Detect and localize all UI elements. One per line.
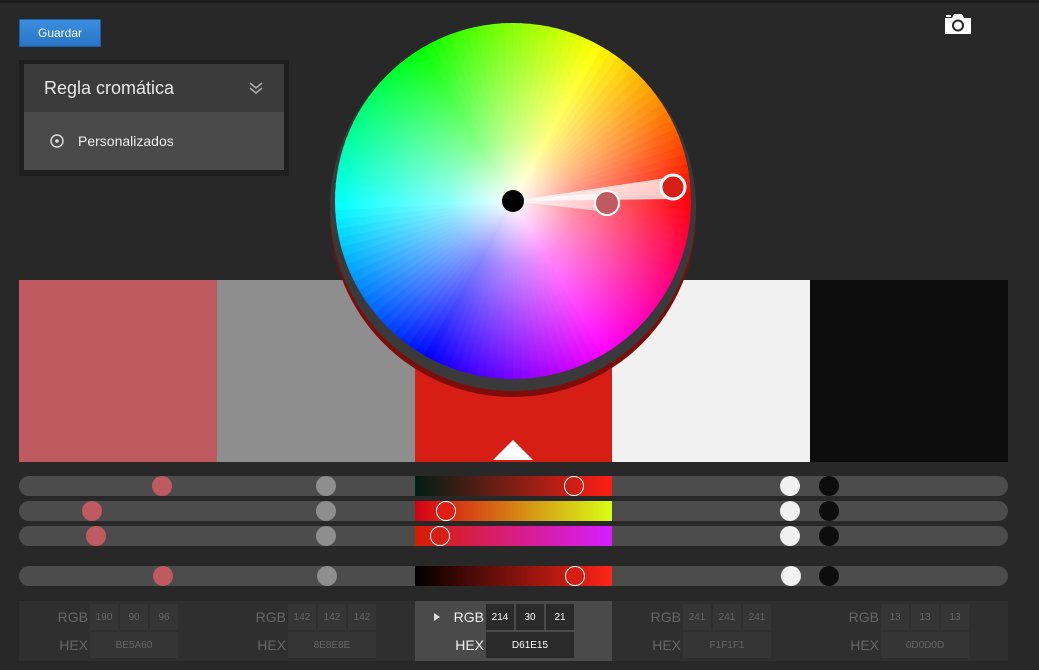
expand-arrow-icon[interactable] — [434, 613, 440, 621]
slider-knob-active[interactable] — [436, 501, 456, 521]
slider-knob[interactable] — [780, 476, 800, 496]
r-field[interactable]: 214 — [486, 604, 514, 630]
g-field[interactable]: 30 — [516, 604, 544, 630]
b-field[interactable]: 96 — [150, 604, 178, 630]
slider-knob[interactable] — [819, 526, 839, 546]
slider-knob-active[interactable] — [430, 526, 450, 546]
g-field[interactable]: 13 — [911, 604, 939, 630]
slider-knob[interactable] — [780, 526, 800, 546]
rgb-label: RGB — [650, 609, 681, 625]
rgb-label: RGB — [57, 609, 88, 625]
slider-knob[interactable] — [316, 526, 336, 546]
color-values-1: RGB 190 90 96 HEX BE5A60 — [19, 601, 216, 661]
slider-knob[interactable] — [819, 566, 839, 586]
slider-knob[interactable] — [82, 501, 102, 521]
slider-knob[interactable] — [781, 566, 801, 586]
hex-field[interactable]: F1F1F1 — [683, 632, 771, 658]
slider-knob-active[interactable] — [564, 476, 584, 496]
active-swatch-indicator — [493, 440, 533, 460]
hex-label: HEX — [257, 637, 286, 653]
slider-knob[interactable] — [317, 566, 337, 586]
hex-label: HEX — [455, 637, 484, 653]
b-field[interactable]: 21 — [546, 604, 574, 630]
slider-knob[interactable] — [316, 501, 336, 521]
base-color-marker[interactable] — [659, 173, 687, 201]
hex-field[interactable]: D61E15 — [486, 632, 574, 658]
hex-field[interactable]: 8E8E8E — [288, 632, 376, 658]
hex-field[interactable]: BE5A60 — [90, 632, 178, 658]
color-values-3-active: RGB 214 30 21 HEX D61E15 — [415, 601, 612, 661]
hex-field[interactable]: 0D0D0D — [881, 632, 969, 658]
hex-label: HEX — [652, 637, 681, 653]
wheel-center-dot — [502, 190, 524, 212]
rgb-label: RGB — [255, 609, 286, 625]
b-field[interactable]: 13 — [941, 604, 969, 630]
g-field[interactable]: 241 — [713, 604, 741, 630]
slider-knob[interactable] — [819, 501, 839, 521]
r-field[interactable]: 190 — [90, 604, 118, 630]
slider-knob[interactable] — [86, 526, 106, 546]
rgb-label: RGB — [848, 609, 879, 625]
hex-label: HEX — [850, 637, 879, 653]
g-field[interactable]: 90 — [120, 604, 148, 630]
slider-knob[interactable] — [153, 566, 173, 586]
slider-knob[interactable] — [780, 501, 800, 521]
color-marker-1[interactable] — [594, 190, 620, 216]
b-field[interactable]: 241 — [743, 604, 771, 630]
color-wheel[interactable] — [0, 0, 1039, 420]
hex-label: HEX — [59, 637, 88, 653]
b-field[interactable]: 142 — [348, 604, 376, 630]
slider-knob[interactable] — [152, 476, 172, 496]
color-values-5: RGB 13 13 13 HEX 0D0D0D — [810, 601, 1007, 661]
r-field[interactable]: 241 — [683, 604, 711, 630]
slider-knob[interactable] — [316, 476, 336, 496]
r-field[interactable]: 142 — [288, 604, 316, 630]
rgb-label: RGB — [453, 609, 484, 625]
color-values-4: RGB 241 241 241 HEX F1F1F1 — [612, 601, 809, 661]
slider-knob[interactable] — [819, 476, 839, 496]
r-field[interactable]: 13 — [881, 604, 909, 630]
slider-knob-active[interactable] — [565, 566, 585, 586]
color-values-2: RGB 142 142 142 HEX 8E8E8E — [217, 601, 414, 661]
g-field[interactable]: 142 — [318, 604, 346, 630]
